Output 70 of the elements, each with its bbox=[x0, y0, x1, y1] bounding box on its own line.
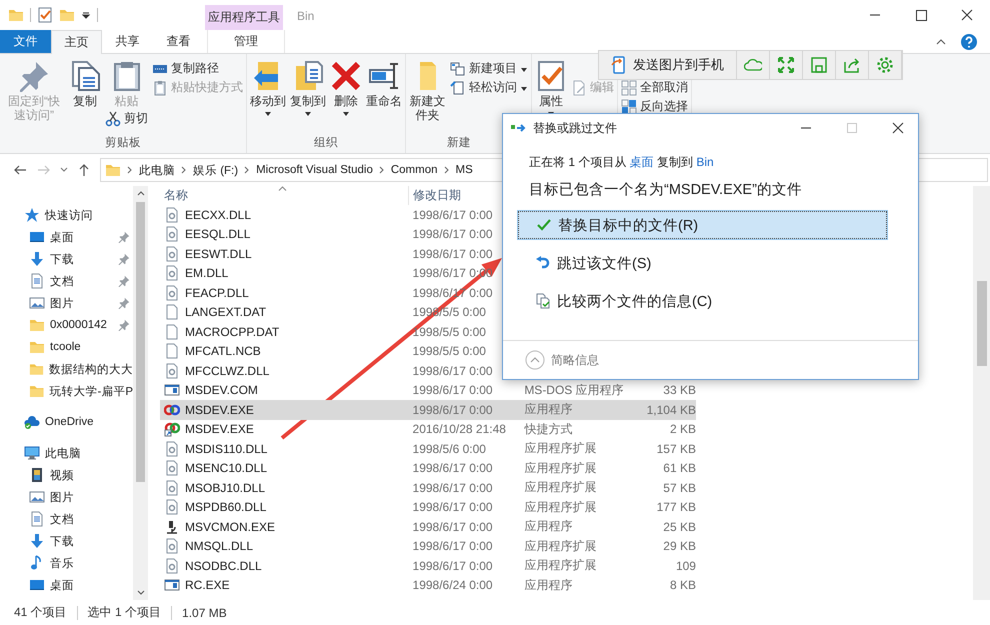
file-name: MSOBJ10.DLL bbox=[185, 480, 266, 495]
modified-date: 1998/6/24 0:00 bbox=[412, 578, 493, 592]
file-size: 61 KB bbox=[663, 461, 696, 476]
modified-date: 1998/6/17 0:00 bbox=[412, 480, 493, 495]
modified-date: 1998/6/17 0:00 bbox=[412, 208, 493, 222]
file-name: MSPDB60.DLL bbox=[185, 500, 266, 514]
file-type: 应用程序扩展 bbox=[524, 538, 596, 555]
file-name: FEACP.DLL bbox=[185, 286, 249, 300]
file-size: 33 KB bbox=[663, 383, 696, 398]
modified-date: 1998/6/17 0:00 bbox=[412, 246, 493, 261]
file-name: RC.EXE bbox=[185, 578, 230, 592]
file-name: MSDEV.COM bbox=[185, 383, 258, 398]
modified-date: 1998/6/17 0:00 bbox=[412, 500, 493, 514]
file-size: 8 KB bbox=[670, 578, 696, 592]
file-name: MSDEV.EXE bbox=[185, 402, 254, 417]
status-text: 41 个项目 bbox=[14, 604, 67, 621]
file-type: 应用程序 bbox=[524, 401, 572, 418]
window-title: Bin bbox=[297, 9, 316, 23]
file-type: 应用程序 bbox=[524, 576, 572, 594]
file-type: 应用程序扩展 bbox=[524, 479, 596, 496]
group-label: 新建 bbox=[447, 135, 471, 150]
file-name: LANGEXT.DAT bbox=[185, 305, 266, 320]
modified-date: 1998/5/6 0:00 bbox=[412, 442, 486, 456]
modified-date: 1998/6/17 0:00 bbox=[412, 461, 493, 476]
dialog-title: 替换或跳过文件 bbox=[533, 120, 617, 136]
modified-date: 1998/6/17 0:00 bbox=[412, 539, 493, 554]
file-name: MSENC10.DLL bbox=[185, 461, 268, 476]
modified-date: 1998/6/17 0:00 bbox=[412, 227, 493, 242]
status-text: 选中 1 个项目 bbox=[88, 604, 162, 621]
modified-date: 1998/5/5 0:00 bbox=[412, 324, 486, 339]
file-name: NMSQL.DLL bbox=[185, 539, 254, 554]
modified-date: 1998/6/17 0:00 bbox=[412, 402, 493, 417]
group-label: 剪贴板 bbox=[105, 135, 141, 150]
file-type: MS-DOS 应用程序 bbox=[524, 382, 624, 399]
file-name: EESWT.DLL bbox=[185, 246, 252, 261]
file-type: 应用程序扩展 bbox=[524, 498, 596, 516]
file-name: MACROCPP.DAT bbox=[185, 324, 280, 339]
file-type: 快捷方式 bbox=[524, 420, 572, 438]
file-name: MSVCMON.EXE bbox=[185, 520, 276, 534]
file-size: 57 KB bbox=[663, 480, 696, 495]
modified-date: 1998/6/17 0:00 bbox=[412, 364, 493, 378]
file-name: MFCATL.NCB bbox=[185, 344, 261, 358]
file-size: 157 KB bbox=[656, 442, 696, 456]
file-name: NSODBC.DLL bbox=[185, 558, 262, 573]
file-name: MSDIS110.DLL bbox=[185, 442, 268, 456]
modified-date: 1998/6/17 0:00 bbox=[412, 520, 493, 534]
group-label: 组织 bbox=[314, 136, 338, 150]
file-name: MSDEV.EXE bbox=[185, 422, 254, 436]
modified-date: 1998/5/5 0:00 bbox=[412, 344, 486, 358]
dialog-heading: 目标已包含一个名为“MSDEV.EXE”的文件 bbox=[529, 181, 803, 199]
file-size: 2 KB bbox=[670, 422, 696, 436]
file-size: 177 KB bbox=[656, 500, 696, 514]
file-size: 29 KB bbox=[663, 539, 696, 554]
modified-date: 1998/6/17 0:00 bbox=[412, 558, 493, 573]
file-name: EESQL.DLL bbox=[185, 227, 250, 242]
modified-date: 1998/6/17 0:00 bbox=[412, 383, 493, 398]
status-text: 1.07 MB bbox=[182, 606, 227, 620]
file-name: EECXX.DLL bbox=[185, 208, 252, 222]
file-type: 应用程序扩展 bbox=[524, 460, 596, 477]
file-size: 1,104 KB bbox=[646, 402, 696, 417]
context-tab-header: 应用程序工具 bbox=[205, 5, 283, 30]
file-size: 109 bbox=[676, 558, 696, 573]
file-size: 25 KB bbox=[663, 520, 696, 534]
file-type: 应用程序 bbox=[524, 518, 572, 536]
file-name: MFCCLWZ.DLL bbox=[185, 364, 270, 378]
copy-status-text: 正在将 1 个项目从 桌面 复制到 Bin bbox=[529, 154, 715, 171]
file-name: EM.DLL bbox=[185, 266, 228, 280]
file-type: 应用程序扩展 bbox=[524, 557, 596, 574]
modified-date: 2016/10/28 21:48 bbox=[412, 422, 506, 436]
file-type: 应用程序扩展 bbox=[524, 440, 596, 458]
